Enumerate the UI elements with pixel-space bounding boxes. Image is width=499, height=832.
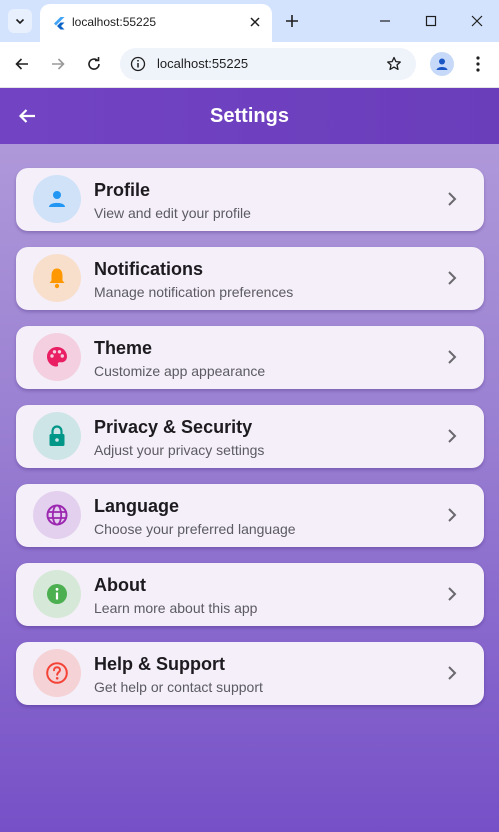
plus-icon: [286, 15, 298, 27]
close-icon: [471, 15, 483, 27]
more-vertical-icon: [476, 56, 480, 72]
star-icon: [387, 56, 401, 71]
maximize-button[interactable]: [419, 9, 443, 33]
page-title: Settings: [210, 105, 289, 127]
tab-close-button[interactable]: [246, 13, 264, 31]
browser-tab[interactable]: localhost:55225: [40, 4, 272, 42]
bookmark-button[interactable]: [384, 54, 404, 74]
settings-item-title: Notifications: [94, 259, 204, 279]
palette-icon: [47, 347, 67, 367]
forward-button[interactable]: [46, 52, 70, 76]
icon-avatar: [33, 333, 81, 381]
settings-item-title: Theme: [94, 338, 153, 358]
info-outline-icon: [130, 56, 146, 72]
settings-item-title: About: [94, 575, 146, 595]
new-tab-button[interactable]: [282, 11, 302, 31]
site-info-button[interactable]: [128, 54, 148, 74]
settings-item-subtitle: Customize app appearance: [94, 363, 266, 379]
settings-item-theme[interactable]: Theme Customize app appearance: [16, 326, 484, 389]
help-icon: [46, 662, 68, 684]
profile-button[interactable]: [430, 52, 454, 76]
close-icon: [250, 17, 260, 27]
icon-avatar: [33, 570, 81, 618]
chevron-right-icon: [442, 426, 462, 446]
browser-toolbar: localhost:55225: [0, 42, 499, 88]
arrow-right-icon: [52, 58, 65, 70]
icon-avatar: [33, 175, 81, 223]
icon-avatar: [33, 491, 81, 539]
globe-icon: [46, 504, 68, 526]
settings-item-subtitle: View and edit your profile: [94, 205, 251, 221]
chevron-right-icon: [442, 505, 462, 525]
back-button[interactable]: [10, 52, 34, 76]
browser-tab-strip: localhost:55225: [0, 0, 499, 42]
lock-icon: [49, 425, 65, 446]
tab-title: localhost:55225: [72, 15, 157, 29]
flutter-favicon-icon: [54, 17, 65, 30]
settings-item-subtitle: Adjust your privacy settings: [94, 442, 265, 458]
minimize-icon: [380, 20, 390, 22]
person-icon: [49, 191, 65, 207]
account-icon: [436, 58, 448, 70]
chevron-right-icon: [442, 268, 462, 288]
chevron-right-icon: [442, 663, 462, 683]
icon-avatar: [33, 254, 81, 302]
info-icon: [47, 584, 67, 604]
settings-item-language[interactable]: Language Choose your preferred language: [16, 484, 484, 547]
icon-avatar: [33, 649, 81, 697]
settings-screen: Settings Profile View and edit your prof…: [0, 88, 499, 832]
address-bar[interactable]: localhost:55225: [120, 48, 416, 80]
settings-item-subtitle: Manage notification preferences: [94, 284, 294, 300]
minimize-button[interactable]: [373, 9, 397, 33]
maximize-icon: [425, 15, 437, 27]
app-bar: Settings: [0, 88, 499, 144]
reload-icon: [88, 57, 100, 70]
chevron-right-icon: [442, 189, 462, 209]
chevron-right-icon: [442, 347, 462, 367]
settings-item-subtitle: Choose your preferred language: [94, 521, 296, 537]
arrow-left-icon: [15, 58, 28, 70]
icon-avatar: [33, 412, 81, 460]
settings-item-title: Language: [94, 496, 180, 516]
tab-search-button[interactable]: [8, 9, 32, 33]
settings-item-subtitle: Learn more about this app: [94, 600, 258, 616]
window-close-button[interactable]: [465, 9, 489, 33]
chevron-right-icon: [442, 584, 462, 604]
settings-item-about[interactable]: About Learn more about this app: [16, 563, 484, 626]
reload-button[interactable]: [82, 52, 106, 76]
settings-item-subtitle: Get help or contact support: [94, 679, 263, 695]
bell-icon: [49, 268, 65, 289]
settings-item-notifications[interactable]: Notifications Manage notification prefer…: [16, 247, 484, 310]
settings-item-title: Privacy & Security: [94, 417, 253, 437]
settings-item-title: Help & Support: [94, 654, 225, 674]
browser-menu-button[interactable]: [468, 52, 488, 76]
url-text: localhost:55225: [157, 56, 249, 71]
settings-item-title: Profile: [94, 180, 151, 200]
chevron-down-icon: [15, 18, 25, 25]
settings-item-help-support[interactable]: Help & Support Get help or contact suppo…: [16, 642, 484, 705]
settings-item-privacy-security[interactable]: Privacy & Security Adjust your privacy s…: [16, 405, 484, 468]
settings-item-profile[interactable]: Profile View and edit your profile: [16, 168, 484, 231]
